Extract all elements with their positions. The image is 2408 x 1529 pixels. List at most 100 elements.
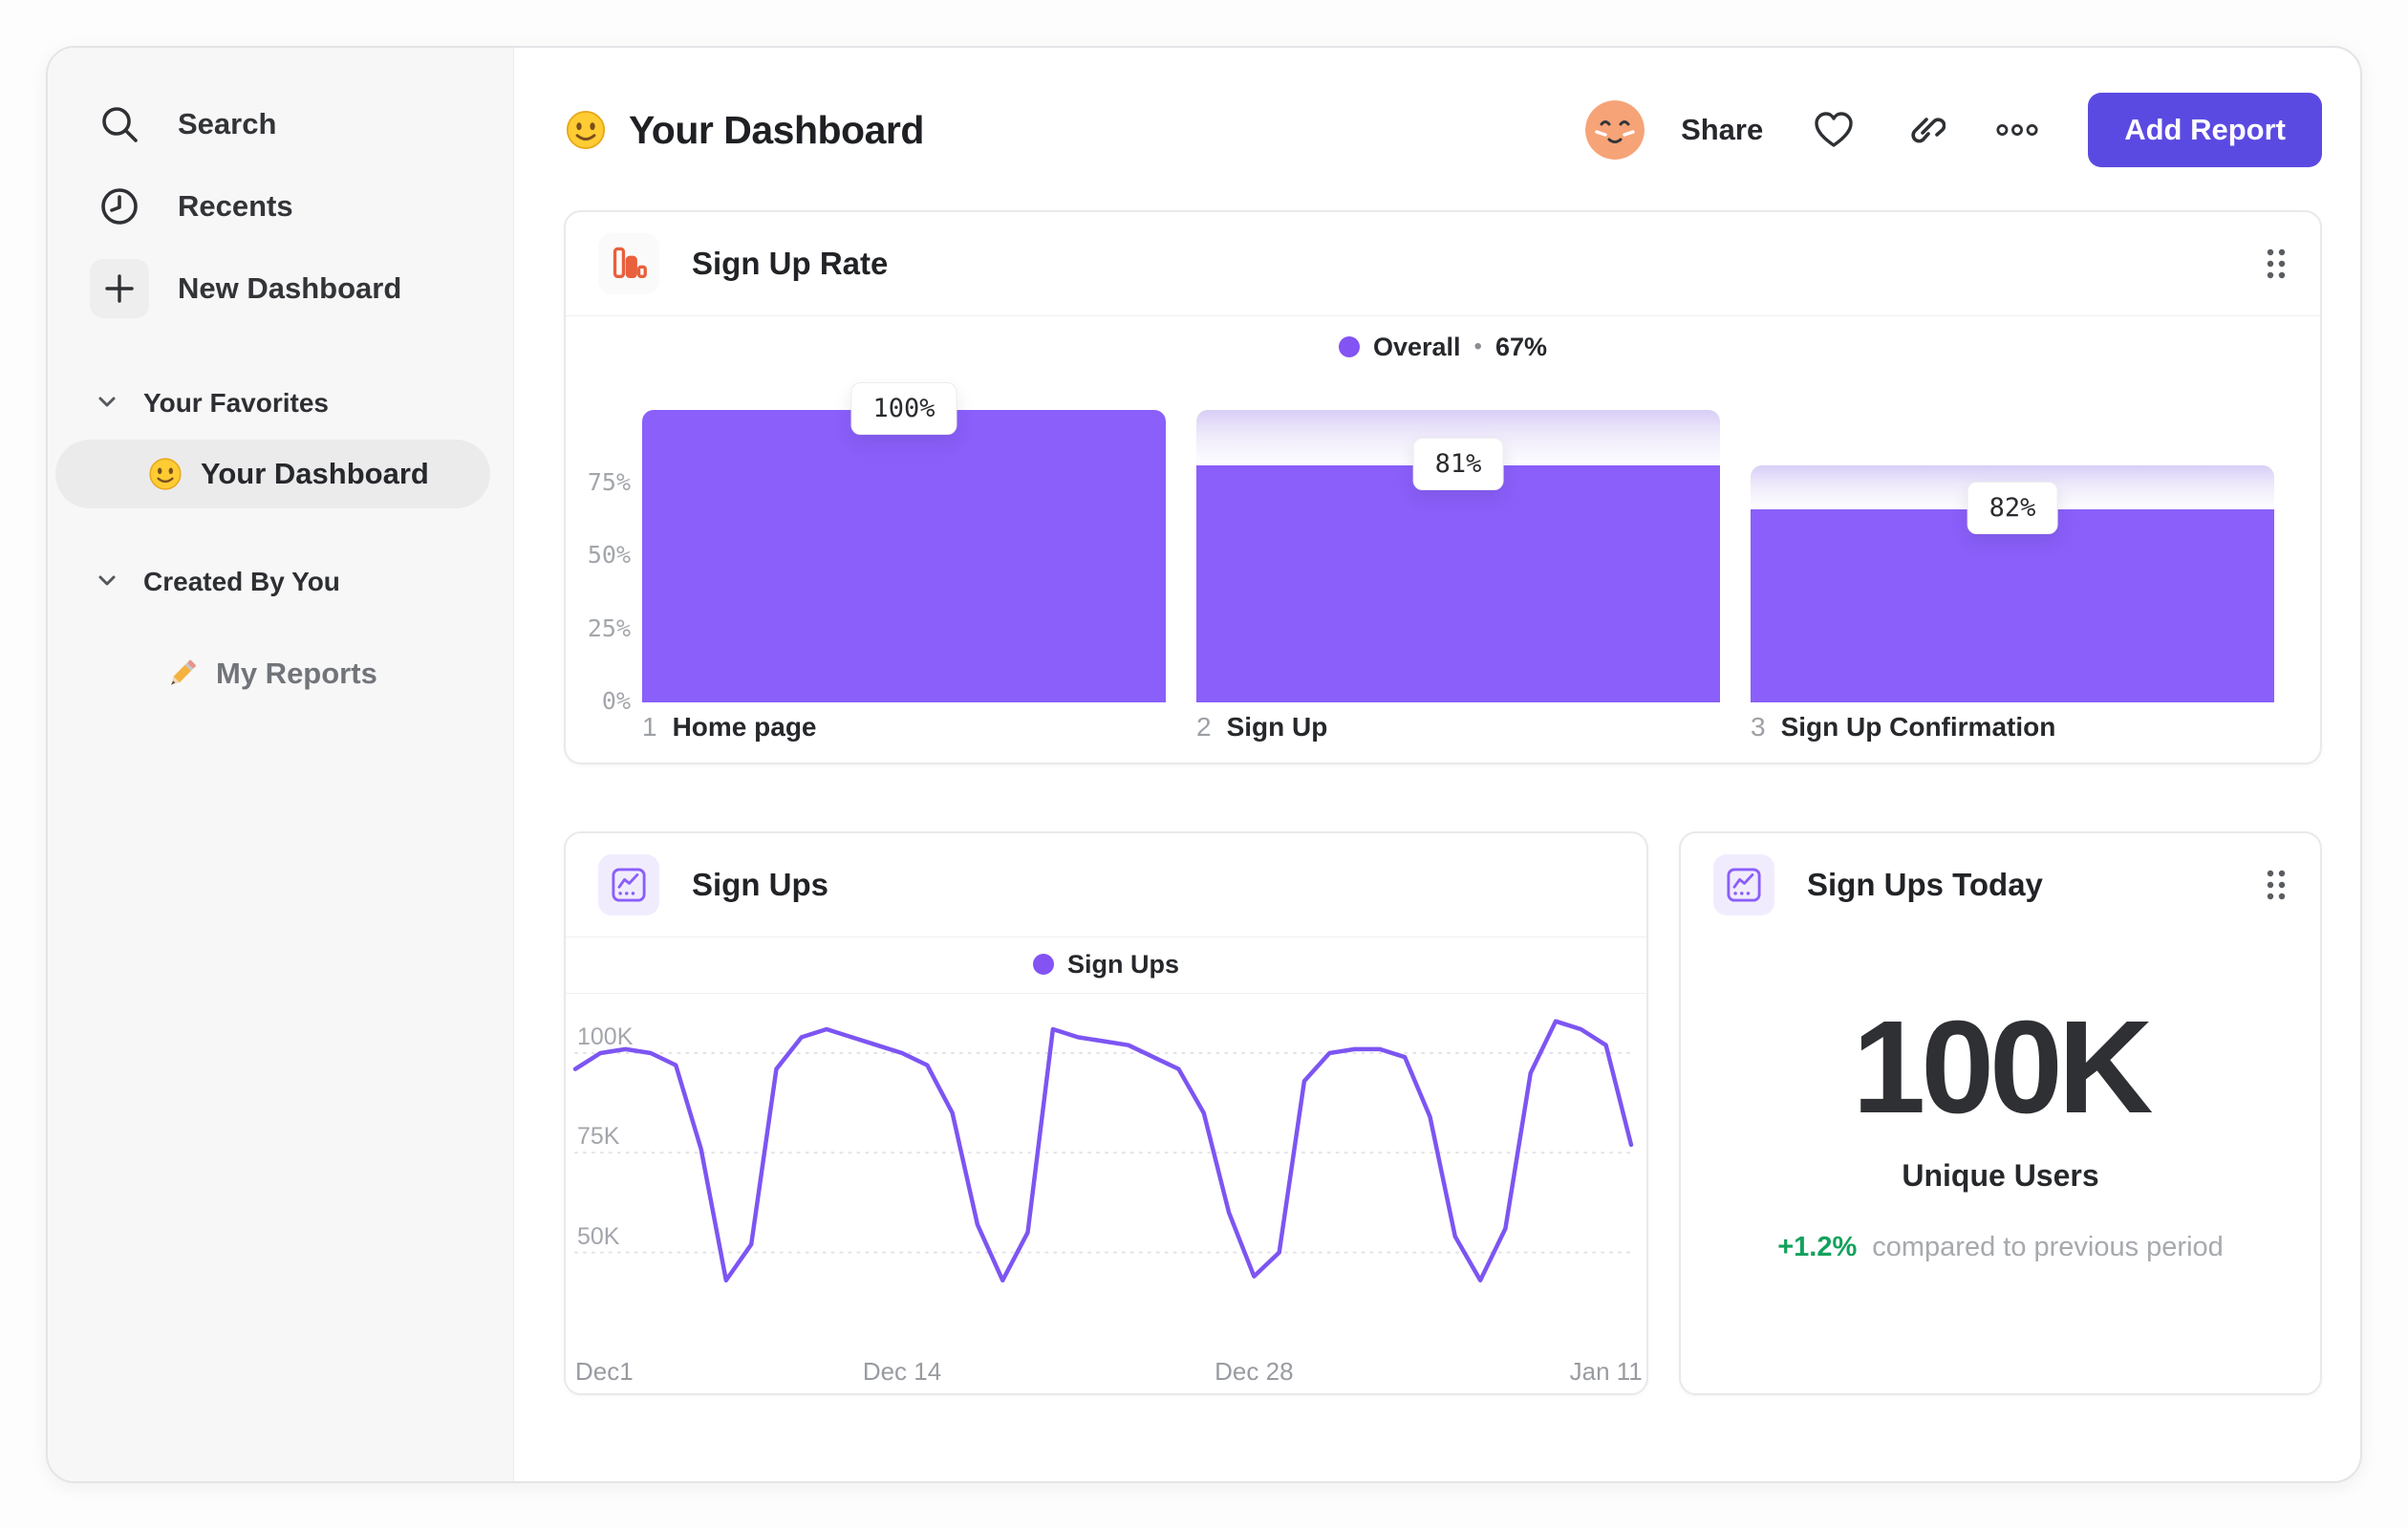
card-title: Sign Up Rate [692,246,889,281]
page-title-text: Your Dashboard [629,107,924,152]
section-label: Created By You [143,567,340,596]
funnel-value-tooltip: 82% [1967,482,2058,535]
line-chart-icon [1713,854,1774,915]
funnel-bar-converted [1751,509,2274,702]
sidebar-item-your-dashboard[interactable]: Your Dashboard [55,440,490,508]
sidebar-item-recents[interactable]: Recents [48,165,513,248]
funnel-plot: 75% 50% 25% 0% 100% 81% 82% [588,382,2274,715]
sidebar-item-label: Recents [178,189,293,223]
funnel-bar-sign-up[interactable]: 81% [1196,410,1720,702]
line-chart-icon [598,854,659,915]
funnel-bar-converted [1196,465,1720,702]
chevron-down-icon [96,569,118,596]
kpi-body: 100K Unique Users +1.2% compared to prev… [1681,937,2320,1263]
clock-icon [97,184,141,228]
sidebar-item-label: Your Dashboard [201,457,429,490]
y-axis-tick: 25% [587,614,631,642]
step-name: Sign Up Confirmation [1780,712,2056,742]
divider [566,993,1646,994]
x-axis-tick: Dec1 [575,1357,634,1386]
drag-handle-icon[interactable] [2265,866,2288,904]
x-axis-tick: Jan 11 [1569,1357,1643,1386]
line-plot: 100K 75K 50K [572,1005,1634,1332]
main-content: Your Dashboard Share Add Report Sign Up … [514,48,2360,1481]
legend-separator: • [1473,334,1482,359]
card-header: Sign Ups Today [1681,833,2320,937]
card-title: Sign Ups [692,867,829,902]
sidebar-item-new-dashboard[interactable]: New Dashboard [48,248,513,330]
funnel-value-tooltip: 81% [1412,438,1504,491]
step-number: 3 [1751,712,1766,742]
step-label: 3 Sign Up Confirmation [1751,712,2274,743]
legend-label: Sign Ups [1066,949,1179,979]
legend-dot [1032,954,1054,975]
funnel-bar-home-page[interactable]: 100% [642,382,1166,702]
plus-icon [90,259,149,318]
legend-dot [1338,336,1360,357]
sign-up-rate-card: Sign Up Rate Overall • 67% 75% 50% 25% 0… [564,210,2322,764]
x-axis-tick: Dec 28 [1215,1357,1294,1386]
drag-handle-icon[interactable] [2265,245,2288,283]
user-avatar[interactable] [1585,100,1645,160]
sidebar: Search Recents New Dashboard Your Favori… [48,48,514,1481]
step-number: 2 [1196,712,1212,742]
header-actions: Share Add Report [1585,93,2322,167]
smiley-icon [147,456,183,492]
y-axis-tick: 50% [587,541,631,569]
chevron-down-icon [96,390,118,418]
funnel-value-tooltip: 100% [850,382,957,435]
favorite-heart-icon[interactable] [1813,109,1855,151]
y-axis-tick: 50K [577,1222,620,1250]
card-header: Sign Up Rate [566,212,2320,315]
y-axis-tick: 100K [577,1023,634,1051]
funnel-bar-sign-up-confirmation[interactable]: 82% [1751,465,2274,702]
kpi-label: Unique Users [1902,1158,2099,1193]
sidebar-item-label: My Reports [216,657,377,690]
sign-ups-today-card: Sign Ups Today 100K Unique Users +1.2% c… [1679,831,2322,1395]
y-axis-tick: 0% [601,687,631,715]
sidebar-item-my-reports[interactable]: My Reports [48,645,513,702]
sidebar-section-created-by-you[interactable]: Created By You [48,561,513,603]
line-legend: Sign Ups [566,943,1646,985]
x-axis-tick: Dec 14 [862,1357,942,1386]
legend-label: Overall [1372,332,1461,361]
more-options-icon[interactable] [1996,109,2038,151]
divider [566,315,2320,316]
section-label: Your Favorites [143,388,329,418]
sidebar-item-search[interactable]: Search [48,83,513,165]
sidebar-section-your-favorites[interactable]: Your Favorites [48,382,513,424]
kpi-value: 100K [1852,994,2154,1141]
copy-link-icon[interactable] [1904,109,1946,151]
funnel-legend: Overall • 67% [566,326,2320,368]
dashboard-header: Your Dashboard Share Add Report [564,93,2322,167]
sign-ups-card: Sign Ups Sign Ups 100K 75K 50K Dec1 Dec … [564,831,1648,1395]
y-axis-tick: 75K [577,1123,620,1151]
sidebar-item-label: Search [178,107,277,140]
screen: Search Recents New Dashboard Your Favori… [0,0,2408,1529]
card-title: Sign Ups Today [1807,867,2043,902]
legend-value: 67% [1494,332,1547,361]
pencil-icon [162,655,201,693]
funnel-bar-converted [642,410,1166,702]
kpi-delta-row: +1.2% compared to previous period [1777,1232,2224,1263]
step-number: 1 [642,712,657,742]
bottom-row: Sign Ups Sign Ups 100K 75K 50K Dec1 Dec … [564,831,2322,1395]
card-header: Sign Ups [566,833,1646,937]
step-label: 2 Sign Up [1196,712,1720,743]
bar-chart-icon [598,233,659,294]
sign-ups-line-chart [572,1019,1634,1283]
step-name: Sign Up [1226,712,1328,742]
add-report-button[interactable]: Add Report [2088,93,2322,167]
page-title: Your Dashboard [564,108,924,153]
search-icon [97,102,141,146]
sidebar-item-label: New Dashboard [178,271,402,305]
y-axis-tick: 75% [587,467,631,496]
kpi-delta-note: compared to previous period [1872,1232,2224,1262]
smiley-icon [564,108,608,152]
step-name: Home page [672,712,817,742]
share-button[interactable]: Share [1681,113,1763,147]
funnel-step-labels: 1 Home page 2 Sign Up 3 Sign Up Confirma… [642,712,2274,743]
x-axis-labels: Dec1 Dec 14 Dec 28 Jan 11 [575,1357,1643,1395]
app-window: Search Recents New Dashboard Your Favori… [46,46,2362,1483]
step-label: 1 Home page [642,712,1166,743]
